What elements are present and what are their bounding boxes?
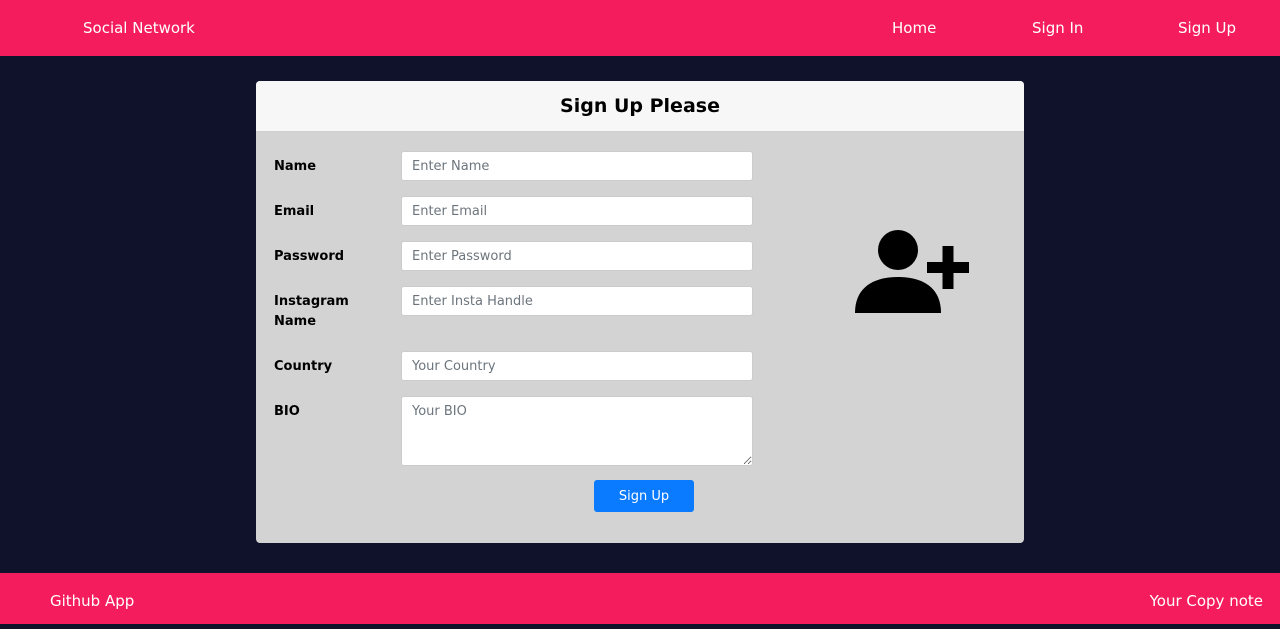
name-field[interactable] [401,151,753,181]
nav-link-sign-up[interactable]: Sign Up [1178,0,1236,56]
password-label: Password [274,249,345,264]
email-field[interactable] [401,196,753,226]
email-label: Email [274,204,315,219]
brand-link[interactable]: Social Network [83,0,195,56]
bio-field[interactable] [401,396,753,466]
country-label: Country [274,359,333,374]
name-label: Name [274,159,317,174]
card-title: Sign Up Please [256,81,1024,132]
footer: Github App Your Copy note [0,573,1280,624]
instagram-label: Instagram Name [274,294,349,329]
github-app-link[interactable]: Github App [50,573,134,629]
instagram-field[interactable] [401,286,753,316]
bio-label: BIO [274,404,300,419]
copy-note: Your Copy note [1149,592,1263,610]
user-plus-icon [855,230,969,313]
nav-link-home[interactable]: Home [892,0,936,56]
navbar: Social Network Home Sign In Sign Up [0,0,1280,56]
password-field[interactable] [401,241,753,271]
signup-card: Sign Up Please Name Email Password Insta… [256,81,1024,543]
country-field[interactable] [401,351,753,381]
sign-up-button[interactable]: Sign Up [594,480,694,512]
nav-link-sign-in[interactable]: Sign In [1032,0,1083,56]
